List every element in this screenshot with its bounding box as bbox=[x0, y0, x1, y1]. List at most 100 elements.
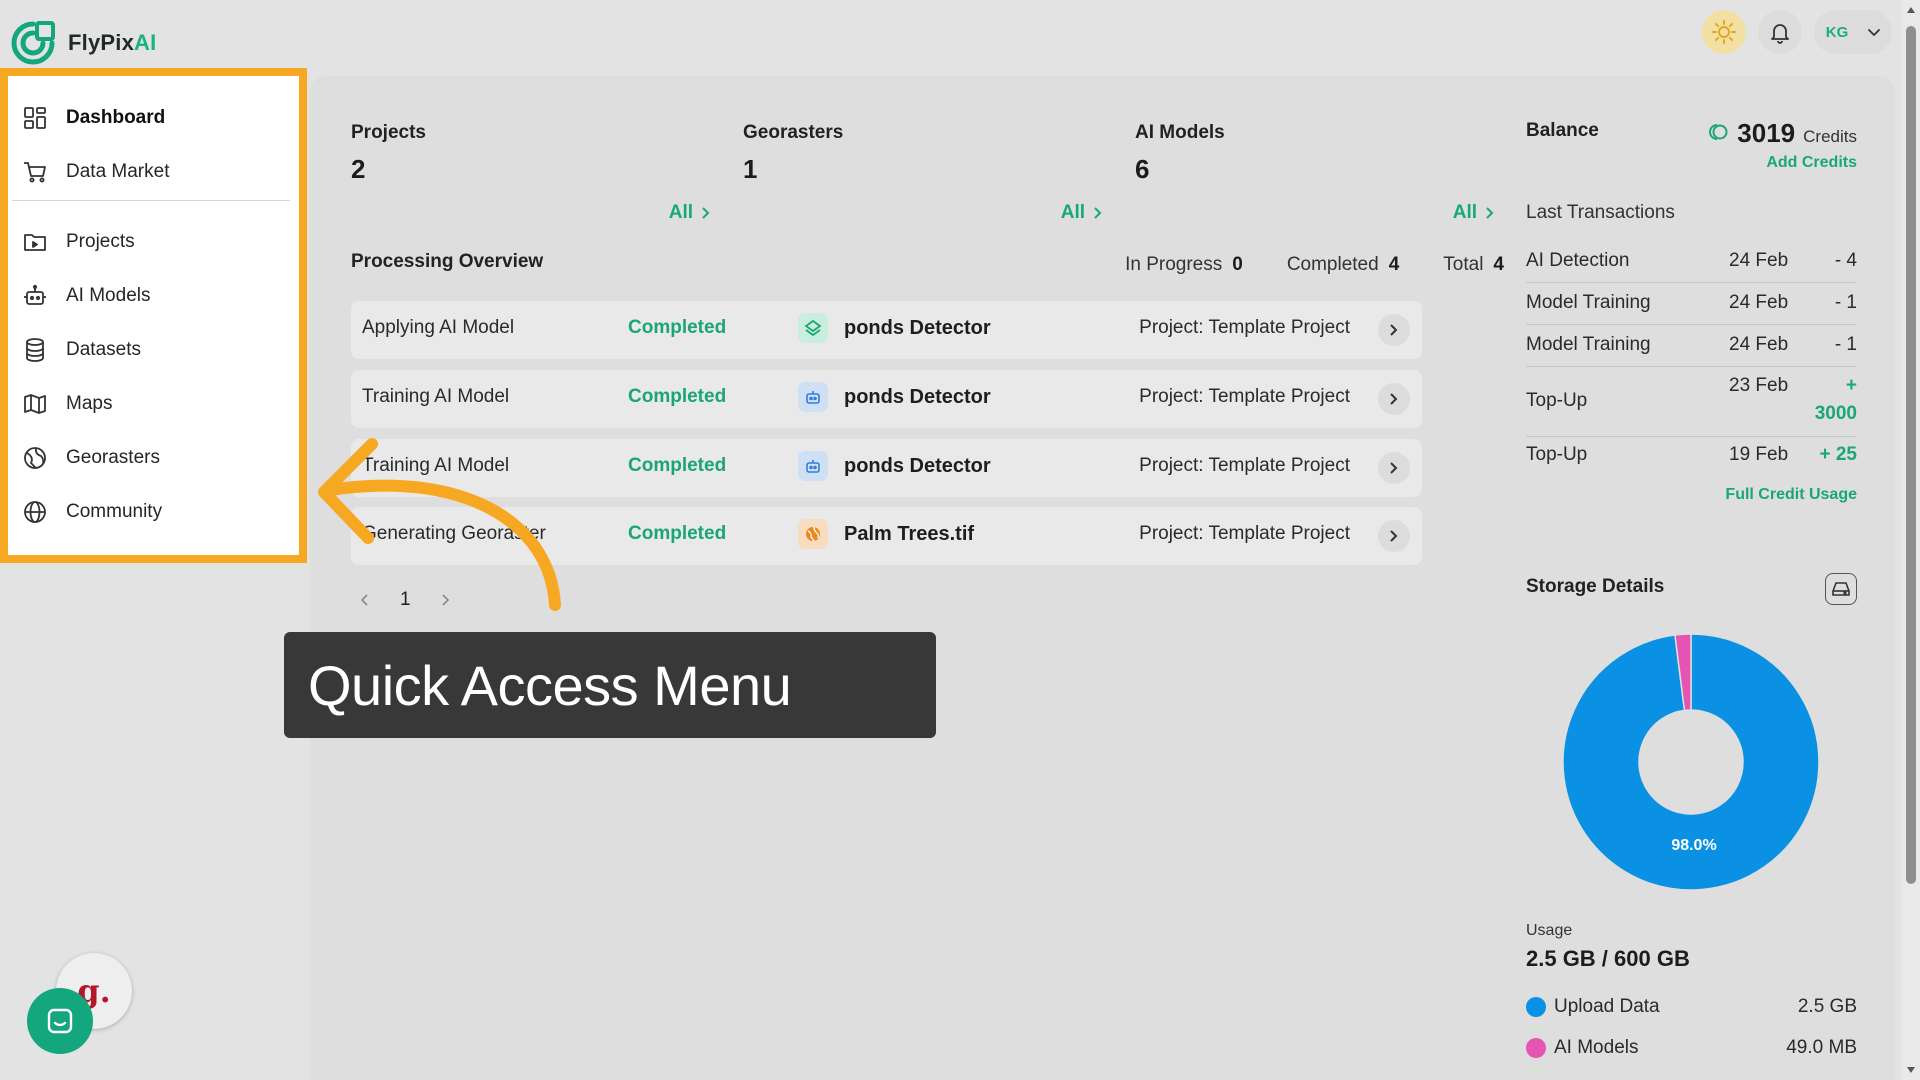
tx-date: 23 Feb bbox=[1729, 375, 1789, 396]
tx-date: 24 Feb bbox=[1729, 250, 1789, 271]
sidebar-nav: Dashboard Data Market Projects AI Models… bbox=[0, 68, 307, 563]
chevron-right-icon bbox=[1390, 324, 1398, 336]
transaction-row: Top-Up 23 Feb + 3000 bbox=[1526, 367, 1857, 437]
sidebar-item-label: Maps bbox=[66, 393, 113, 414]
sidebar-item-label: AI Models bbox=[66, 285, 151, 306]
tx-name: Model Training bbox=[1526, 292, 1651, 313]
tx-name: AI Detection bbox=[1526, 250, 1630, 271]
sidebar-item-label: Georasters bbox=[66, 447, 160, 468]
processing-row[interactable]: Training AI Model Completed ponds Detect… bbox=[351, 370, 1422, 428]
storage-drive-button[interactable] bbox=[1825, 573, 1857, 605]
item-name: ponds Detector bbox=[844, 317, 991, 339]
sidebar-item-data-market[interactable]: Data Market bbox=[22, 152, 292, 192]
storage-details-title: Storage Details bbox=[1526, 576, 1665, 597]
total-count: Total 4 bbox=[1443, 254, 1504, 275]
legend-item: Upload Data 2.5 GB bbox=[1526, 996, 1857, 1018]
georasters-all-link[interactable]: All bbox=[1061, 202, 1103, 224]
scrollbar-thumb[interactable] bbox=[1906, 26, 1916, 884]
tx-amount: - 1 bbox=[1834, 292, 1857, 313]
app-name: FlyPixAI bbox=[68, 30, 157, 55]
item-name: ponds Detector bbox=[844, 386, 991, 408]
processing-row[interactable]: Applying AI Model Completed ponds Detect… bbox=[351, 301, 1422, 359]
user-menu[interactable]: KG bbox=[1814, 10, 1892, 54]
top-toolbar: KG bbox=[1702, 10, 1892, 54]
sidebar-item-maps[interactable]: Maps bbox=[22, 384, 292, 424]
add-credits-link[interactable]: Add Credits bbox=[1766, 154, 1857, 172]
sidebar-item-datasets[interactable]: Datasets bbox=[22, 330, 292, 370]
sidebar-item-label: Data Market bbox=[66, 161, 170, 182]
open-row-button[interactable] bbox=[1378, 452, 1410, 484]
open-row-button[interactable] bbox=[1378, 520, 1410, 552]
bell-icon bbox=[1771, 24, 1789, 44]
full-credit-usage-link[interactable]: Full Credit Usage bbox=[1725, 486, 1857, 504]
tx-name: Top-Up bbox=[1526, 390, 1588, 411]
completed-count: Completed 4 bbox=[1286, 254, 1400, 275]
app-logo[interactable]: FlyPixAI bbox=[10, 20, 156, 66]
page-scrollbar[interactable] bbox=[1902, 0, 1920, 1080]
donut-data-label: 98.0% bbox=[1671, 837, 1716, 854]
tx-amount: - 1 bbox=[1834, 334, 1857, 355]
sidebar-item-label: Dashboard bbox=[66, 107, 166, 128]
tx-date: 24 Feb bbox=[1729, 292, 1789, 313]
sidebar-divider bbox=[12, 200, 290, 201]
sidebar-item-dashboard[interactable]: Dashboard bbox=[22, 98, 292, 138]
sidebar-item-georasters[interactable]: Georasters bbox=[22, 438, 292, 478]
legend-dot bbox=[1526, 1038, 1546, 1058]
balance-value: 3019 Credits bbox=[1705, 118, 1857, 149]
storage-donut-chart: 98.0% bbox=[1562, 633, 1820, 891]
legend-name: Upload Data bbox=[1554, 996, 1660, 1017]
chat-button[interactable] bbox=[27, 988, 93, 1054]
in-progress-count: In Progress 0 bbox=[1125, 254, 1243, 275]
stat-value: 6 bbox=[1135, 154, 1150, 184]
task-type: Training AI Model bbox=[362, 386, 510, 407]
status-badge: Completed bbox=[628, 523, 727, 544]
theme-toggle-button[interactable] bbox=[1702, 10, 1746, 54]
project-name: Project: Template Project bbox=[1139, 386, 1350, 407]
database-icon bbox=[26, 338, 44, 362]
sidebar-item-community[interactable]: Community bbox=[22, 492, 292, 532]
chevron-right-icon bbox=[1094, 207, 1102, 219]
hard-drive-icon bbox=[1832, 582, 1850, 596]
processing-summary: In Progress 0 Completed 4 Total 4 bbox=[1125, 254, 1504, 276]
status-badge: Completed bbox=[628, 455, 727, 476]
tx-amount: 3000 bbox=[1814, 403, 1857, 424]
sidebar-item-label: Projects bbox=[66, 231, 135, 252]
stat-georasters: Georasters 1 All bbox=[743, 122, 1103, 223]
chevron-right-icon bbox=[1486, 207, 1494, 219]
map-icon bbox=[24, 394, 46, 414]
last-transactions-title: Last Transactions bbox=[1526, 202, 1675, 223]
item-name: Palm Trees.tif bbox=[844, 523, 975, 545]
notifications-button[interactable] bbox=[1758, 10, 1802, 54]
item-name: ponds Detector bbox=[844, 455, 991, 477]
legend-size: 2.5 GB bbox=[1797, 996, 1857, 1017]
folder-icon bbox=[24, 234, 46, 251]
stat-label: Georasters bbox=[743, 122, 844, 143]
project-name: Project: Template Project bbox=[1139, 317, 1350, 338]
stat-projects: Projects 2 All bbox=[351, 122, 711, 223]
quick-access-callout: Quick Access Menu bbox=[284, 632, 936, 738]
projects-all-link[interactable]: All bbox=[669, 202, 711, 224]
sidebar-item-ai-models[interactable]: AI Models bbox=[22, 276, 292, 316]
transaction-row: Top-Up 19 Feb + 25 bbox=[1526, 437, 1857, 477]
balance-label: Balance bbox=[1526, 120, 1599, 141]
globe-grid-icon bbox=[24, 447, 46, 469]
tx-amount-sign: + bbox=[1845, 375, 1857, 396]
chevron-right-icon bbox=[1390, 530, 1398, 542]
open-row-button[interactable] bbox=[1378, 314, 1410, 346]
sidebar-item-projects[interactable]: Projects bbox=[22, 222, 292, 262]
chat-icon bbox=[47, 1008, 73, 1034]
transaction-row: Model Training 24 Feb - 1 bbox=[1526, 325, 1857, 367]
tx-amount: + 25 bbox=[1819, 444, 1857, 465]
stat-ai-models: AI Models 6 All bbox=[1135, 122, 1495, 223]
ai-models-all-link[interactable]: All bbox=[1453, 202, 1495, 224]
flypix-logo-icon bbox=[11, 21, 55, 65]
robot-icon bbox=[798, 382, 828, 412]
scroll-up-icon[interactable] bbox=[1905, 4, 1917, 16]
scroll-down-icon[interactable] bbox=[1905, 1064, 1917, 1076]
chevron-right-icon bbox=[1390, 393, 1398, 405]
globe-icon bbox=[798, 519, 828, 549]
robot-icon bbox=[798, 451, 828, 481]
chevron-down-icon bbox=[1868, 29, 1880, 36]
chevron-right-icon bbox=[702, 207, 710, 219]
open-row-button[interactable] bbox=[1378, 383, 1410, 415]
